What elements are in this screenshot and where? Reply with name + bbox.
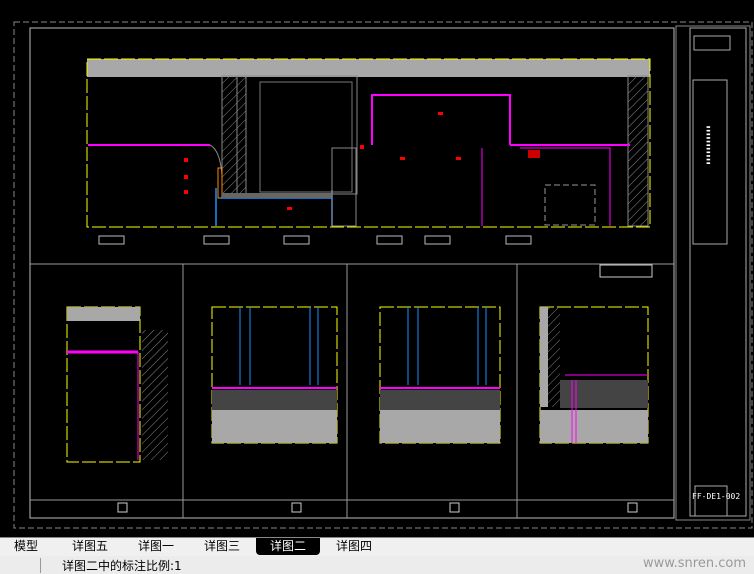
- tab-detail-3[interactable]: 详图三: [190, 538, 254, 555]
- tab-detail-2[interactable]: 详图二: [256, 538, 321, 555]
- title-block-frame: [675, 25, 751, 521]
- status-message: 详图二中的标注比例:1: [62, 559, 182, 573]
- tab-detail-5[interactable]: 详图五: [58, 538, 122, 555]
- status-bar: 详图二中的标注比例:1 www.snren.com: [0, 556, 754, 574]
- tab-label: 模型: [14, 539, 39, 553]
- watermark: www.snren.com: [642, 556, 746, 571]
- tab-detail-4[interactable]: 详图四: [322, 538, 386, 555]
- tab-label: 详图二: [270, 539, 307, 553]
- main-section-detail: [86, 58, 653, 278]
- tab-label: 详图四: [336, 539, 373, 553]
- status-divider: [40, 558, 41, 573]
- layout-tab-bar: 模型 详图五 详图一 详图三 详图二 详图四: [0, 537, 754, 557]
- tab-label: 详图一: [138, 539, 175, 553]
- title-block: ▮▮▮▮▮▮▮▮▮▮▮ FF-DE1-002: [692, 35, 740, 517]
- detail-2: [211, 306, 338, 444]
- cad-drawing: ▮▮▮▮▮▮▮▮▮▮▮ FF-DE1-002: [13, 21, 753, 529]
- detail-3: [379, 306, 501, 444]
- drawing-number: FF-DE1-002: [692, 492, 740, 501]
- detail-1: [66, 306, 168, 463]
- tab-detail-1[interactable]: 详图一: [124, 538, 188, 555]
- tab-model[interactable]: 模型: [0, 538, 52, 555]
- cad-drawing-canvas[interactable]: ▮▮▮▮▮▮▮▮▮▮▮ FF-DE1-002: [0, 0, 754, 537]
- detail-4: [539, 306, 649, 444]
- tab-label: 详图三: [204, 539, 241, 553]
- tab-label: 详图五: [72, 539, 109, 553]
- svg-text:▮▮▮▮▮▮▮▮▮▮▮: ▮▮▮▮▮▮▮▮▮▮▮: [705, 125, 712, 165]
